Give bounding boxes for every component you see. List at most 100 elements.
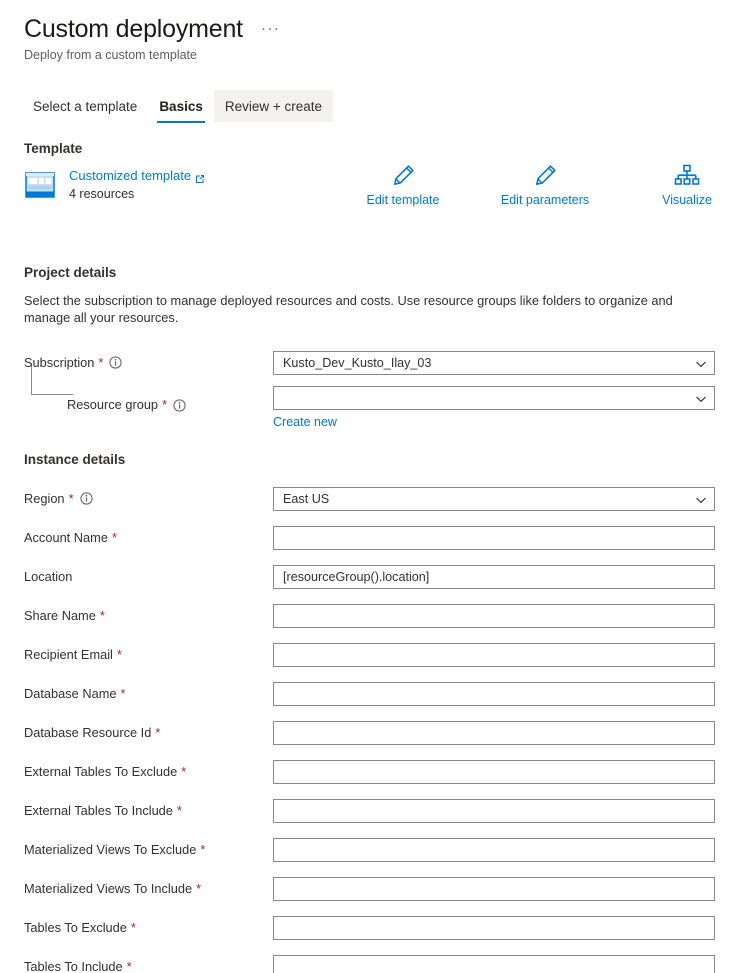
field-row-materialized-views-to-exclude: Materialized Views To Exclude * (24, 830, 748, 869)
field-row-tables-to-include: Tables To Include * (24, 947, 748, 973)
account-name-label: Account Name * (24, 530, 273, 546)
tables-to-exclude-input[interactable] (273, 915, 715, 940)
tab-review-create[interactable]: Review + create (213, 90, 334, 122)
field-row-account-name: Account Name * (24, 518, 748, 557)
recipient-email-control (273, 642, 715, 667)
tab-select-a-template[interactable]: Select a template (22, 90, 148, 122)
location-label-text: Location (24, 568, 73, 584)
external-tables-to-include-input[interactable] (273, 798, 715, 823)
tables-to-include-label: Tables To Include * (24, 959, 273, 973)
resource-group-label-text: Resource group (67, 397, 159, 412)
field-row-subscription: Subscription * Kusto_Dev_Kusto_Ilay_03 (24, 343, 748, 382)
project-details-description: Select the subscription to manage deploy… (24, 293, 673, 325)
info-icon[interactable] (173, 398, 186, 412)
required-marker: * (155, 724, 161, 740)
template-grid-icon (24, 169, 56, 201)
account-name-input[interactable] (273, 525, 715, 550)
database-name-control (273, 681, 715, 706)
tables-to-include-input[interactable] (273, 954, 715, 973)
external-tables-to-include-label: External Tables To Include * (24, 803, 273, 819)
required-marker: * (116, 646, 122, 662)
template-actions: Edit template Edit parameters Visualize (355, 162, 735, 207)
pencil-icon (390, 162, 416, 190)
share-name-label: Share Name * (24, 608, 273, 624)
tables-to-include-control (273, 954, 715, 973)
field-row-location: Location [resourceGroup().location] (24, 557, 748, 596)
subscription-value: Kusto_Dev_Kusto_Ilay_03 (283, 355, 432, 370)
external-tables-to-exclude-control (273, 759, 715, 784)
tables-to-exclude-label: Tables To Exclude * (24, 920, 273, 936)
field-row-external-tables-to-exclude: External Tables To Exclude * (24, 752, 748, 791)
required-marker: * (98, 354, 104, 370)
database-resource-id-label-text: Database Resource Id (24, 724, 152, 740)
hierarchy-icon (674, 162, 700, 190)
visualize-button[interactable]: Visualize (639, 162, 735, 207)
account-name-label-text: Account Name (24, 529, 108, 545)
template-text-block: Customized template 4 resources (69, 167, 205, 202)
account-name-control (273, 525, 715, 550)
required-marker: * (176, 802, 182, 818)
field-row-materialized-views-to-include: Materialized Views To Include * (24, 869, 748, 908)
recipient-email-label-text: Recipient Email (24, 646, 113, 662)
share-name-control (273, 603, 715, 628)
edit-template-button[interactable]: Edit template (355, 162, 451, 207)
external-link-icon (195, 171, 205, 183)
custom-deployment-page: Custom deployment ··· Deploy from a cust… (0, 0, 748, 973)
materialized-views-to-include-label: Materialized Views To Include * (24, 881, 273, 897)
subscription-label: Subscription * (24, 355, 273, 371)
database-resource-id-label: Database Resource Id * (24, 725, 273, 741)
location-input[interactable]: [resourceGroup().location] (273, 564, 715, 589)
edit-template-label: Edit template (366, 193, 440, 207)
required-marker: * (68, 490, 74, 506)
region-dropdown[interactable]: East US (273, 486, 715, 511)
location-control: [resourceGroup().location] (273, 564, 715, 589)
external-tables-to-exclude-input[interactable] (273, 759, 715, 784)
resource-group-dropdown[interactable] (273, 386, 715, 410)
create-new-link[interactable]: Create new (273, 415, 337, 429)
wizard-tabs: Select a template Basics Review + create (22, 90, 748, 123)
materialized-views-to-exclude-label-text: Materialized Views To Exclude (24, 841, 197, 857)
database-name-input[interactable] (273, 681, 715, 706)
region-value: East US (283, 491, 330, 506)
share-name-label-text: Share Name (24, 607, 96, 623)
location-value: [resourceGroup().location] (283, 569, 430, 584)
database-name-label: Database Name * (24, 686, 273, 702)
page-title: Custom deployment (24, 15, 243, 43)
location-label: Location (24, 569, 273, 585)
required-marker: * (99, 607, 105, 623)
customized-template-link[interactable]: Customized template (69, 167, 205, 184)
page-header: Custom deployment ··· Deploy from a cust… (0, 0, 748, 63)
subscription-control: Kusto_Dev_Kusto_Ilay_03 (273, 350, 715, 375)
field-row-recipient-email: Recipient Email * (24, 635, 748, 674)
subscription-dropdown[interactable]: Kusto_Dev_Kusto_Ilay_03 (273, 350, 715, 375)
field-row-database-name: Database Name * (24, 674, 748, 713)
database-name-label-text: Database Name (24, 685, 117, 701)
field-row-share-name: Share Name * (24, 596, 748, 635)
region-label-text: Region (24, 490, 65, 506)
recipient-email-label: Recipient Email * (24, 647, 273, 663)
materialized-views-to-exclude-control (273, 837, 715, 862)
share-name-input[interactable] (273, 603, 715, 628)
materialized-views-to-include-input[interactable] (273, 876, 715, 901)
edit-parameters-label: Edit parameters (500, 193, 590, 207)
field-row-external-tables-to-include: External Tables To Include * (24, 791, 748, 830)
info-icon[interactable] (109, 356, 123, 369)
tables-to-exclude-control (273, 915, 715, 940)
required-marker: * (120, 685, 126, 701)
materialized-views-to-exclude-label: Materialized Views To Exclude * (24, 842, 273, 858)
database-resource-id-control (273, 720, 715, 745)
template-section-heading: Template (24, 141, 83, 156)
required-marker: * (196, 880, 202, 896)
required-marker: * (126, 958, 132, 973)
recipient-email-input[interactable] (273, 642, 715, 667)
pencil-icon (532, 162, 558, 190)
edit-parameters-button[interactable]: Edit parameters (497, 162, 593, 207)
template-resource-count: 4 resources (69, 187, 135, 201)
more-options-icon[interactable]: ··· (257, 14, 285, 44)
tab-basics[interactable]: Basics (148, 90, 214, 123)
title-row: Custom deployment ··· (24, 14, 748, 44)
materialized-views-to-exclude-input[interactable] (273, 837, 715, 862)
external-tables-to-include-control (273, 798, 715, 823)
database-resource-id-input[interactable] (273, 720, 715, 745)
info-icon[interactable] (79, 492, 93, 505)
